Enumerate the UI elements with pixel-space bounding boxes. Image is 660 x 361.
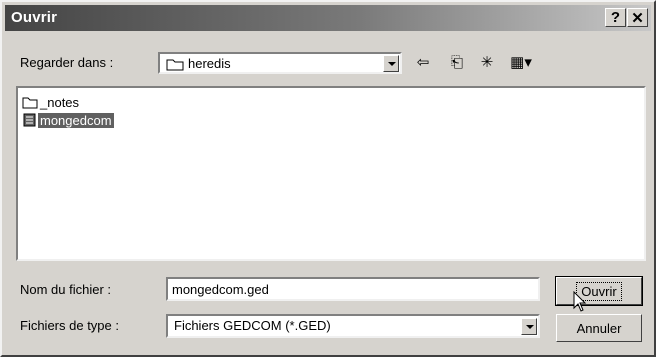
cancel-button[interactable]: Annuler bbox=[556, 314, 642, 342]
close-button[interactable]: ✕ bbox=[627, 8, 648, 27]
chevron-down-icon[interactable] bbox=[383, 55, 399, 72]
open-dialog: Ouvrir ? ✕ Regarder dans : heredis ⇦ ⎗ ✳… bbox=[0, 0, 656, 357]
file-name: mongedcom bbox=[38, 112, 114, 128]
list-item[interactable]: _notes bbox=[22, 94, 81, 110]
mouse-cursor-icon bbox=[573, 291, 587, 312]
filename-input[interactable] bbox=[166, 277, 540, 301]
help-button[interactable]: ? bbox=[605, 8, 626, 27]
list-item[interactable]: mongedcom bbox=[22, 112, 114, 128]
folder-icon bbox=[166, 59, 184, 71]
filetype-dropdown[interactable]: Fichiers GEDCOM (*.GED) bbox=[166, 314, 540, 338]
chevron-down-icon[interactable] bbox=[521, 318, 537, 335]
title-bar[interactable]: Ouvrir ? ✕ bbox=[5, 5, 651, 31]
open-button[interactable]: Ouvrir bbox=[555, 276, 643, 306]
up-folder-icon[interactable]: ⎗ bbox=[446, 54, 468, 72]
lookin-value: heredis bbox=[188, 56, 231, 71]
dialog-title: Ouvrir bbox=[11, 9, 58, 26]
lookin-dropdown[interactable]: heredis bbox=[158, 52, 402, 74]
filetype-label: Fichiers de type : bbox=[20, 318, 119, 333]
file-name: _notes bbox=[40, 94, 80, 110]
filename-label: Nom du fichier : bbox=[20, 282, 112, 297]
document-icon bbox=[23, 113, 36, 127]
file-list[interactable]: _notes mongedcom bbox=[16, 86, 646, 261]
views-menu-icon[interactable]: ▦▾ bbox=[506, 54, 536, 72]
new-folder-icon[interactable]: ✳ bbox=[476, 54, 498, 72]
folder-icon bbox=[22, 97, 38, 109]
back-icon[interactable]: ⇦ bbox=[412, 54, 434, 72]
lookin-label: Regarder dans : bbox=[20, 55, 114, 70]
filetype-value: Fichiers GEDCOM (*.GED) bbox=[174, 318, 331, 333]
